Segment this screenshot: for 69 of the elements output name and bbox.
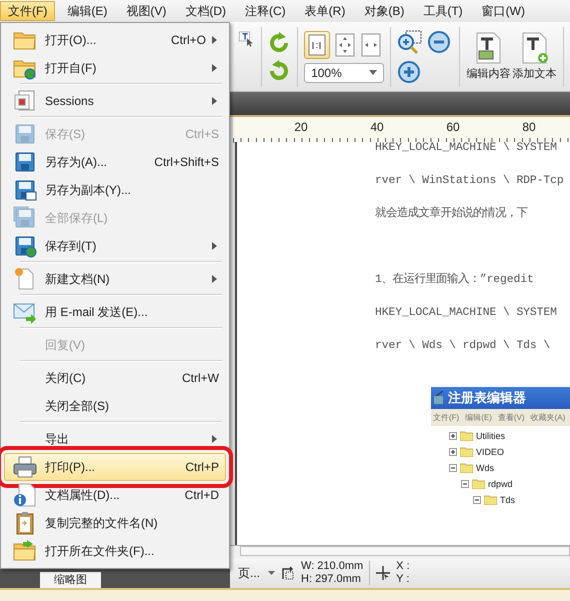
folder-icon	[460, 447, 473, 457]
document-text-line: rver \ WinStations \ RDP-Tcp	[375, 174, 565, 189]
menu-item[interactable]: 保存到(T)	[4, 232, 226, 260]
window-title: 注册表编辑器	[448, 389, 526, 407]
toolbar-button[interactable]: 编辑内容	[465, 32, 512, 81]
cursor-y: Y :	[396, 573, 410, 586]
menu-item[interactable]: Sessions	[4, 87, 226, 115]
folder-icon	[460, 431, 473, 441]
document-text-line: 就会造成文章开始说的情况，下	[375, 207, 529, 222]
menu-bar-item[interactable]: 窗口(W)	[474, 1, 532, 21]
page-size-icon	[281, 566, 296, 580]
document-text-line: rver \ Wds \ rdpwd \ Tds \	[375, 339, 552, 354]
registry-icon	[433, 391, 445, 405]
tree-item: Tds	[500, 495, 516, 505]
cursor-position-icon	[376, 566, 390, 580]
menu-bar-item[interactable]: 文件(F)	[0, 1, 56, 21]
floppy-disk-copy-icon	[13, 178, 37, 202]
scroll-bar[interactable]	[240, 546, 570, 556]
tree-item: rdpwd	[488, 479, 513, 489]
fit-page-icon[interactable]	[334, 32, 356, 56]
toolbar-button[interactable]: 添加文本	[511, 32, 558, 81]
printer-icon	[13, 455, 37, 479]
menu-item[interactable]: 用 E-mail 发送(E)...	[4, 298, 226, 326]
menu-bar-item[interactable]: 视图(V)	[119, 1, 174, 21]
sessions-icon	[13, 89, 37, 113]
menu-item[interactable]: 打开自(F)	[4, 54, 226, 82]
menu-item[interactable]: 另存为(A)... Ctrl+Shift+S	[4, 148, 226, 176]
menu-item[interactable]: 关闭全部(S)	[4, 392, 226, 420]
ruler: 20 40 60 80	[233, 117, 570, 143]
tree-item: Wds	[476, 463, 494, 473]
folder-arrow-icon	[13, 539, 37, 563]
document-text-line: HKEY_LOCAL_MACHINE \ SYSTEM	[375, 142, 558, 156]
page-combo[interactable]: 页...	[236, 564, 276, 582]
folder-icon	[484, 495, 497, 505]
caret-icon	[369, 70, 378, 75]
panel-tab[interactable]: 缩略图	[40, 572, 101, 588]
actual-size-button[interactable]	[304, 30, 330, 58]
page-height: H: 297.0mm	[301, 573, 362, 586]
caret-icon	[268, 571, 276, 575]
menu-bar-item[interactable]: 对象(B)	[357, 1, 412, 21]
menu-item[interactable]: 复制完整的文件名(N)	[4, 509, 226, 537]
menu-item[interactable]: 文档属性(D)... Ctrl+D	[4, 481, 226, 509]
menu-bar-item[interactable]: 编辑(E)	[60, 1, 114, 21]
zoom-area-icon[interactable]	[396, 30, 423, 56]
folder-icon	[472, 479, 485, 489]
zoom-combo[interactable]: 100%	[304, 62, 384, 82]
menu-item[interactable]: 另存为副本(Y)...	[4, 176, 226, 204]
tree-item: Utilities	[476, 431, 506, 441]
menu-item[interactable]: 打开所在文件夹(F)...	[4, 537, 226, 565]
document-text-line: HKEY_LOCAL_MACHINE \ SYSTEM	[375, 306, 558, 321]
floppy-disk-globe-icon	[13, 234, 37, 258]
menu-item[interactable]: 关闭(C) Ctrl+W	[4, 364, 226, 392]
zoom-out-icon[interactable]	[426, 30, 451, 54]
tree-item: VIDEO	[476, 447, 504, 457]
menu-item[interactable]: 打开(O)... Ctrl+O	[4, 26, 226, 54]
menu-bar-item[interactable]: 工具(T)	[416, 1, 470, 21]
menu-bar-item[interactable]: 注释(C)	[238, 1, 293, 21]
document-text-line: 1、在运行里面输入：”regedit	[375, 273, 535, 288]
menu-bar-item[interactable]: 表单(R)	[298, 1, 352, 21]
menu-bar-item[interactable]: 文档(D)	[178, 1, 233, 21]
cursor-x: X :	[396, 560, 410, 573]
menu-item[interactable]: 导出	[4, 425, 226, 453]
menu-item[interactable]: 新建文档(N)	[4, 265, 226, 293]
floppy-disks-icon	[13, 206, 37, 230]
zoom-in-icon[interactable]	[396, 60, 421, 84]
folder-icon	[460, 463, 473, 473]
page-width: W: 210.0mm	[301, 560, 364, 573]
fit-width-icon[interactable]	[360, 32, 382, 56]
document-info-icon	[13, 483, 37, 507]
